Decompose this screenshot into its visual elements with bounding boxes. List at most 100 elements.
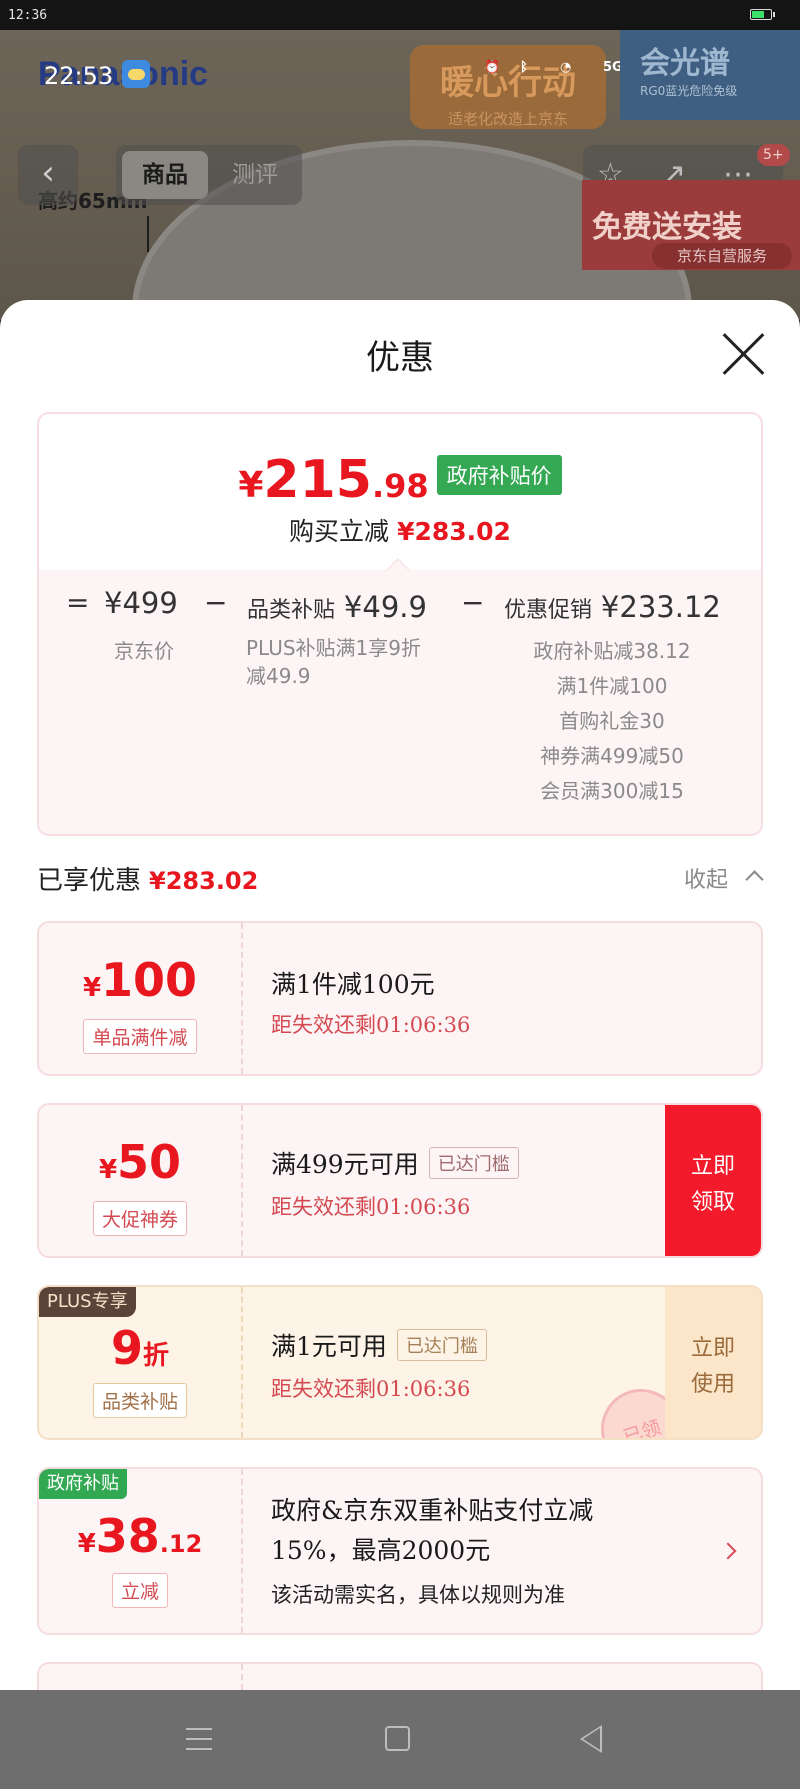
gov-subsidy-price-tag: 政府补贴价 xyxy=(436,455,562,495)
coupon-title: 政府&京东双重补贴支付立减 15%，最高2000元 xyxy=(271,1491,593,1571)
currency-symbol: ¥ xyxy=(82,973,102,1003)
coupon-value: 38 xyxy=(95,1509,160,1563)
message-badge: 5+ xyxy=(757,144,790,166)
coupon-title: 满499元可用 已达门槛 xyxy=(271,1145,519,1181)
claim-button-line: 立即 xyxy=(690,1154,735,1179)
status-time: 12:36 xyxy=(8,8,48,23)
system-navigation-bar xyxy=(0,1690,800,1789)
promotion-amount: ¥233.12 xyxy=(600,590,721,624)
category-details: PLUS补贴满1享9折 减49.9 xyxy=(246,634,421,690)
price-integer: 215 xyxy=(263,450,372,510)
promo-banner-subtitle: 适老化改造上京东 xyxy=(447,110,568,128)
bluetooth-icon: ᛒ xyxy=(520,60,528,75)
promotion-detail-line: 满1件减100 xyxy=(556,674,668,698)
coupon-type-label: 大促神券 xyxy=(92,1201,187,1236)
discount-unit: 折 xyxy=(143,1341,170,1371)
category-detail-line: 减49.9 xyxy=(246,664,311,688)
chevron-up-icon[interactable] xyxy=(745,870,764,889)
close-icon[interactable] xyxy=(720,330,768,378)
promo-light-subtitle: RG0蓝光危险免级 xyxy=(640,84,738,98)
minus-sign: − xyxy=(204,586,228,619)
coupon-note: 该活动需实名，具体以规则为准 xyxy=(271,1583,565,1607)
collapse-button[interactable]: 收起 xyxy=(684,862,728,894)
coupon-type-tag: 品类补贴 xyxy=(39,1383,241,1418)
promotion-detail-line: 会员满300减15 xyxy=(540,779,684,803)
coupon-divider xyxy=(241,1105,243,1256)
coupon-type-label: 单品满件减 xyxy=(83,1019,197,1054)
chevron-right-icon[interactable] xyxy=(719,1542,737,1560)
gov-subsidy-ribbon: 政府补贴 xyxy=(39,1469,127,1499)
minus-sign-2: − xyxy=(461,586,485,619)
free-install-banner: 免费送安装 京东自营服务 xyxy=(582,180,800,270)
product-page-background: Panasonic 22:53 暖心行动 适老化改造上京东 ⏰ ᛒ ◔ 5G 5… xyxy=(0,30,800,320)
buy-discount-line: 购买立减 ¥283.02 xyxy=(39,512,761,548)
coupon-type-tag: 单品满件减 xyxy=(39,1019,241,1054)
promotion-label: 优惠促销 xyxy=(504,598,593,623)
chevron-left-icon: ‹ xyxy=(41,153,55,193)
coupon-divider xyxy=(241,923,243,1074)
coupon-amount: ¥38.12 xyxy=(39,1509,241,1563)
category-detail-line: PLUS补贴满1享9折 xyxy=(246,636,421,660)
promotion-detail-line: 政府补贴减38.12 xyxy=(533,639,691,663)
category-subsidy-label: 品类补贴 xyxy=(247,598,336,623)
weather-icon xyxy=(122,60,150,88)
height-arrow-icon xyxy=(147,216,149,252)
coupon-value: 100 xyxy=(101,953,198,1007)
tab-product[interactable]: 商品 xyxy=(122,151,208,199)
coupon-amount: ¥100 xyxy=(39,953,241,1007)
coupon-item[interactable] xyxy=(37,1662,763,1690)
buy-discount-amount: ¥283.02 xyxy=(397,517,511,546)
equals-sign: = xyxy=(66,586,90,619)
threshold-reached-tag: 已达门槛 xyxy=(396,1329,487,1361)
home-icon[interactable] xyxy=(385,1726,410,1751)
currency-symbol: ¥ xyxy=(77,1529,96,1559)
coupon-amount: 9折 xyxy=(39,1321,241,1375)
battery-icon xyxy=(750,9,775,20)
use-button-line: 使用 xyxy=(690,1372,735,1397)
coupon-value-decimal: .12 xyxy=(159,1530,203,1558)
promo-banner-title: 暖心行动 xyxy=(440,63,576,103)
coupon-type-tag: 立减 xyxy=(39,1573,241,1608)
coupon-title-text: 满499元可用 xyxy=(271,1150,419,1179)
system-status-bar: 12:36 xyxy=(0,0,800,30)
menu-icon[interactable] xyxy=(186,1728,212,1750)
currency-symbol: ¥ xyxy=(98,1155,118,1185)
sheet-title: 优惠 xyxy=(366,338,434,378)
price-decimal: .98 xyxy=(371,467,429,505)
coupon-item[interactable]: ¥100 单品满件减 满1件减100元 距失效还剩01:06:36 xyxy=(37,921,763,1076)
promotion-row: 优惠促销 ¥233.12 xyxy=(504,590,721,624)
coupon-type-label: 立减 xyxy=(111,1573,168,1608)
claim-now-button[interactable]: 立即 领取 xyxy=(665,1105,761,1256)
product-tabs: 商品 测评 xyxy=(116,145,302,205)
coupon-expire: 距失效还剩01:06:36 xyxy=(271,1195,471,1219)
coupon-divider xyxy=(241,1287,243,1438)
promotion-details: 政府补贴减38.12 满1件减100 首购礼金30 神券满499减50 会员满3… xyxy=(487,634,737,809)
install-subtitle: 京东自营服务 xyxy=(652,243,792,269)
coupon-title-text: 满1元可用 xyxy=(271,1332,387,1361)
threshold-reached-tag: 已达门槛 xyxy=(428,1147,519,1179)
jd-price-value: ¥499 xyxy=(104,586,178,620)
coupon-item-plus[interactable]: PLUS专享 9折 品类补贴 满1元可用 已达门槛 距失效还剩01:06:36 已… xyxy=(37,1285,763,1440)
promo-light-title: 会光谱 xyxy=(640,46,730,81)
back-triangle-icon[interactable] xyxy=(580,1725,602,1753)
promotion-detail-line: 首购礼金30 xyxy=(559,709,665,733)
promo-banner-light: 会光谱 RG0蓝光危险免级 xyxy=(620,30,800,120)
enjoyed-discount-header: 已享优惠 ¥283.02 xyxy=(37,860,258,897)
discount-sheet: 优惠 ¥215.98 政府补贴价 购买立减 ¥283.02 = ¥499 − 品类补… xyxy=(0,300,800,1690)
tab-review[interactable]: 测评 xyxy=(214,151,296,199)
back-button[interactable]: ‹ xyxy=(18,145,78,205)
wifi-icon: ◔ xyxy=(560,60,572,75)
coupon-item[interactable]: ¥50 大促神券 满499元可用 已达门槛 距失效还剩01:06:36 立即 领取 xyxy=(37,1103,763,1258)
jd-price-label: 京东价 xyxy=(114,639,174,663)
coupon-expire: 距失效还剩01:06:36 xyxy=(271,1377,471,1401)
coupon-item-gov[interactable]: 政府补贴 ¥38.12 立减 政府&京东双重补贴支付立减 15%，最高2000元… xyxy=(37,1467,763,1635)
category-subsidy-row: 品类补贴 ¥49.9 xyxy=(247,590,427,624)
use-button-line: 立即 xyxy=(690,1336,735,1361)
category-subsidy-amount: ¥49.9 xyxy=(343,590,427,624)
coupon-type-label: 品类补贴 xyxy=(92,1383,187,1418)
plus-exclusive-ribbon: PLUS专享 xyxy=(39,1287,136,1317)
coupon-amount: ¥50 xyxy=(39,1135,241,1189)
buy-discount-label: 购买立减 xyxy=(289,517,390,546)
coupon-expire: 距失效还剩01:06:36 xyxy=(271,1013,471,1037)
use-now-button[interactable]: 立即 使用 xyxy=(665,1287,761,1438)
